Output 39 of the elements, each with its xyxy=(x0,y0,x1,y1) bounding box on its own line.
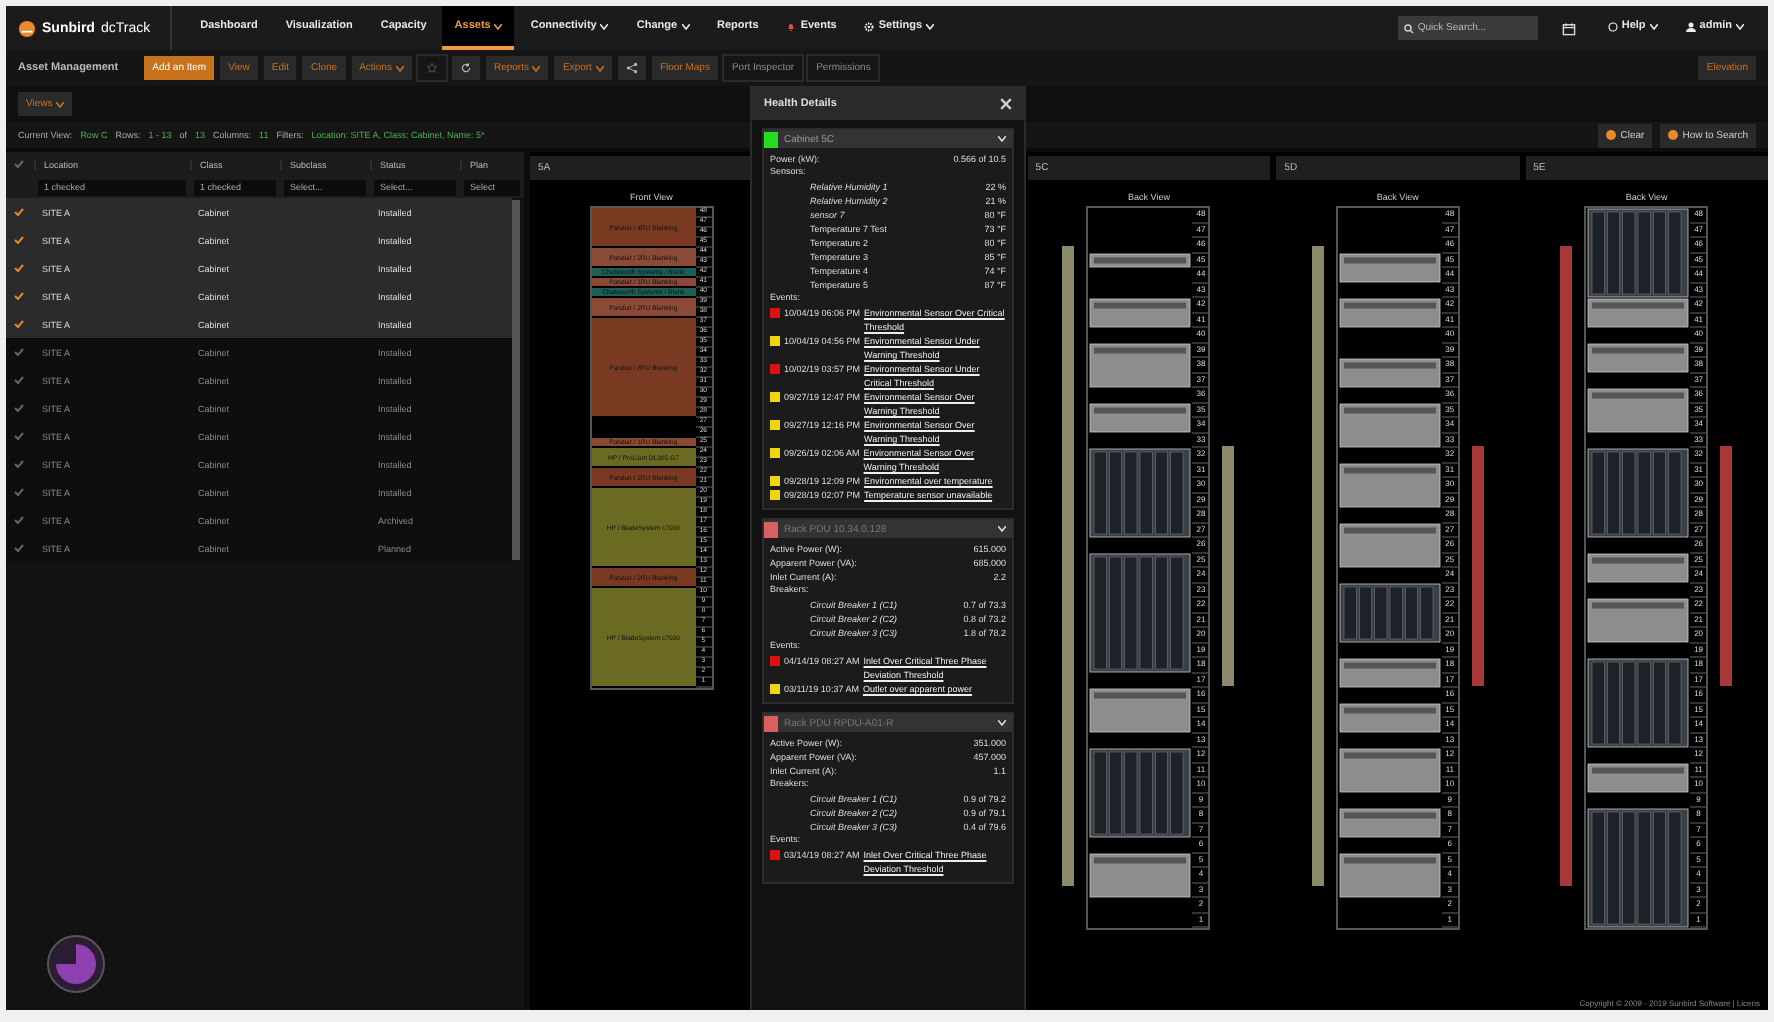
refresh-icon xyxy=(459,62,472,74)
caret-icon xyxy=(395,65,404,71)
bell-icon xyxy=(786,21,797,31)
check-icon[interactable] xyxy=(14,264,24,272)
check-icon[interactable] xyxy=(14,348,24,356)
check-icon[interactable] xyxy=(14,292,24,300)
caret-icon xyxy=(1649,23,1658,29)
user-icon xyxy=(1685,21,1696,31)
check-icon[interactable] xyxy=(14,404,24,412)
share-icon xyxy=(625,62,638,74)
caret-icon xyxy=(595,65,604,71)
check-icon[interactable] xyxy=(14,460,24,468)
check-icon[interactable] xyxy=(14,544,24,552)
caret-icon xyxy=(56,101,65,107)
caret-icon xyxy=(1736,23,1744,29)
pie-icon xyxy=(46,934,106,994)
caret-icon xyxy=(998,526,1006,532)
check-icon[interactable] xyxy=(14,320,24,328)
caret-icon xyxy=(532,65,541,71)
caret-icon xyxy=(998,720,1006,726)
check-icon[interactable] xyxy=(14,160,24,168)
settings-icon xyxy=(864,21,875,31)
caret-icon xyxy=(600,23,609,29)
caret-icon xyxy=(494,23,503,29)
caret-icon xyxy=(926,23,935,29)
logo-icon xyxy=(18,19,36,37)
calendar-icon[interactable] xyxy=(1561,21,1576,35)
check-icon[interactable] xyxy=(14,432,24,440)
star-icon xyxy=(425,62,438,74)
check-icon[interactable] xyxy=(14,376,24,384)
check-icon[interactable] xyxy=(14,516,24,524)
check-icon[interactable] xyxy=(14,236,24,244)
refresh-button[interactable] xyxy=(451,56,480,80)
share-button[interactable] xyxy=(617,56,646,80)
caret-icon xyxy=(998,136,1006,142)
check-icon[interactable] xyxy=(14,488,24,496)
scrollbar[interactable] xyxy=(512,200,520,560)
check-icon[interactable] xyxy=(14,208,24,216)
caret-icon xyxy=(681,23,690,29)
